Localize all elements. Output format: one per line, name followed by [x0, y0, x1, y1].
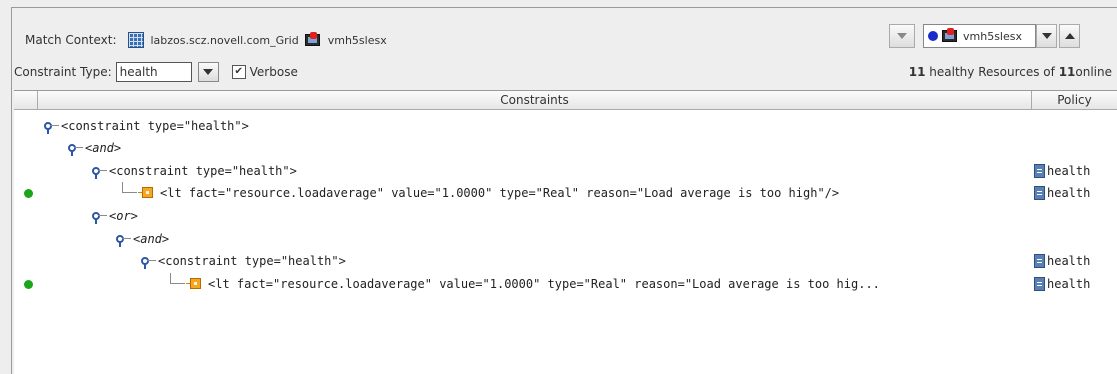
constraint-text: <lt fact="resource.loadaverage" value="1…	[208, 277, 880, 291]
resource-dropdown-button[interactable]	[1036, 24, 1057, 48]
healthy-count: 11	[908, 65, 926, 79]
constraint-text: <or>	[109, 209, 138, 223]
status-column-header[interactable]	[14, 91, 38, 109]
policy-link[interactable]: health	[1047, 254, 1090, 268]
host-icon	[304, 32, 322, 48]
tree-node-icon	[68, 143, 83, 156]
tree-connector	[122, 182, 137, 193]
constraint-text: <constraint type="health">	[61, 119, 249, 133]
summary-middle-text: healthy Resources of	[925, 65, 1059, 79]
constraint-type-select[interactable]: health	[115, 62, 192, 82]
next-resource-button[interactable]	[1059, 24, 1080, 48]
chevron-down-icon	[897, 33, 907, 39]
resource-selector-value: vmh5slesx	[963, 29, 1022, 43]
host-icon	[942, 28, 959, 44]
constraint-type-dropdown-button[interactable]	[197, 62, 219, 82]
green-dot-icon	[24, 189, 33, 198]
policy-document-icon	[1034, 164, 1045, 178]
tree-node-icon	[116, 234, 131, 247]
constraints-column-header[interactable]: Constraints	[38, 91, 1032, 109]
constraint-text: <and>	[133, 232, 170, 246]
constraint-text: <constraint type="health">	[158, 254, 346, 268]
chevron-down-icon	[203, 69, 214, 75]
resource-selector[interactable]: vmh5slesx	[923, 24, 1036, 48]
verbose-label: Verbose	[249, 65, 298, 79]
policy-document-icon	[1034, 186, 1045, 200]
summary-end-text: online	[1075, 65, 1112, 79]
chevron-down-icon	[1041, 33, 1052, 39]
constraint-text: <and>	[85, 141, 122, 155]
match-context-row: Match Context: labzos.scz.novell.com_Gri…	[25, 30, 387, 50]
resource-name[interactable]: vmh5slesx	[328, 34, 387, 47]
resource-summary: 11 healthy Resources of 11 online	[909, 62, 1112, 82]
tree-node-icon	[141, 256, 156, 269]
constraint-type-value: health	[119, 65, 158, 79]
tree-connector	[170, 273, 185, 284]
table-row[interactable]: <constraint type="health">	[14, 115, 1117, 137]
table-row[interactable]: <lt fact="resource.loadaverage" value="1…	[14, 273, 1117, 295]
table-row[interactable]: <constraint type="health"> health	[14, 250, 1117, 272]
policy-link[interactable]: health	[1047, 164, 1090, 178]
policy-document-icon	[1034, 254, 1045, 268]
table-row[interactable]: <lt fact="resource.loadaverage" value="1…	[14, 182, 1117, 204]
tree-node-icon	[44, 121, 59, 134]
constraint-text: <constraint type="health">	[109, 164, 297, 178]
tree-node-icon	[92, 211, 107, 224]
constraints-table: Constraints Policy <constraint type="hea…	[14, 90, 1117, 374]
table-row[interactable]: <and>	[14, 228, 1117, 250]
fact-leaf-icon	[138, 187, 153, 198]
previous-resource-button[interactable]	[889, 24, 915, 48]
constraint-type-label: Constraint Type:	[14, 65, 112, 79]
green-dot-icon	[24, 280, 33, 289]
grid-name[interactable]: labzos.scz.novell.com_Grid	[150, 34, 298, 47]
table-row[interactable]: <and>	[14, 137, 1117, 159]
online-count: 11	[1058, 65, 1076, 79]
fact-leaf-icon	[186, 278, 201, 289]
table-row[interactable]: <constraint type="health"> health	[14, 160, 1117, 182]
verbose-checkbox[interactable]: ✔	[231, 65, 246, 79]
constraint-text: <lt fact="resource.loadaverage" value="1…	[160, 186, 840, 200]
resource-navigator: vmh5slesx	[889, 23, 1080, 49]
tree-node-icon	[92, 166, 107, 179]
constraint-type-row: Constraint Type: health ✔ Verbose	[14, 62, 298, 82]
policy-link[interactable]: health	[1047, 277, 1090, 291]
grid-icon	[128, 32, 145, 48]
blue-dot-icon	[928, 31, 938, 41]
match-context-label: Match Context:	[25, 33, 117, 47]
table-row[interactable]: <or>	[14, 205, 1117, 227]
policy-column-header[interactable]: Policy	[1032, 91, 1117, 109]
policy-document-icon	[1034, 277, 1045, 291]
chevron-up-icon	[1064, 33, 1075, 39]
checkmark-icon: ✔	[234, 66, 243, 77]
policy-link[interactable]: health	[1047, 186, 1090, 200]
table-header: Constraints Policy	[14, 91, 1117, 110]
